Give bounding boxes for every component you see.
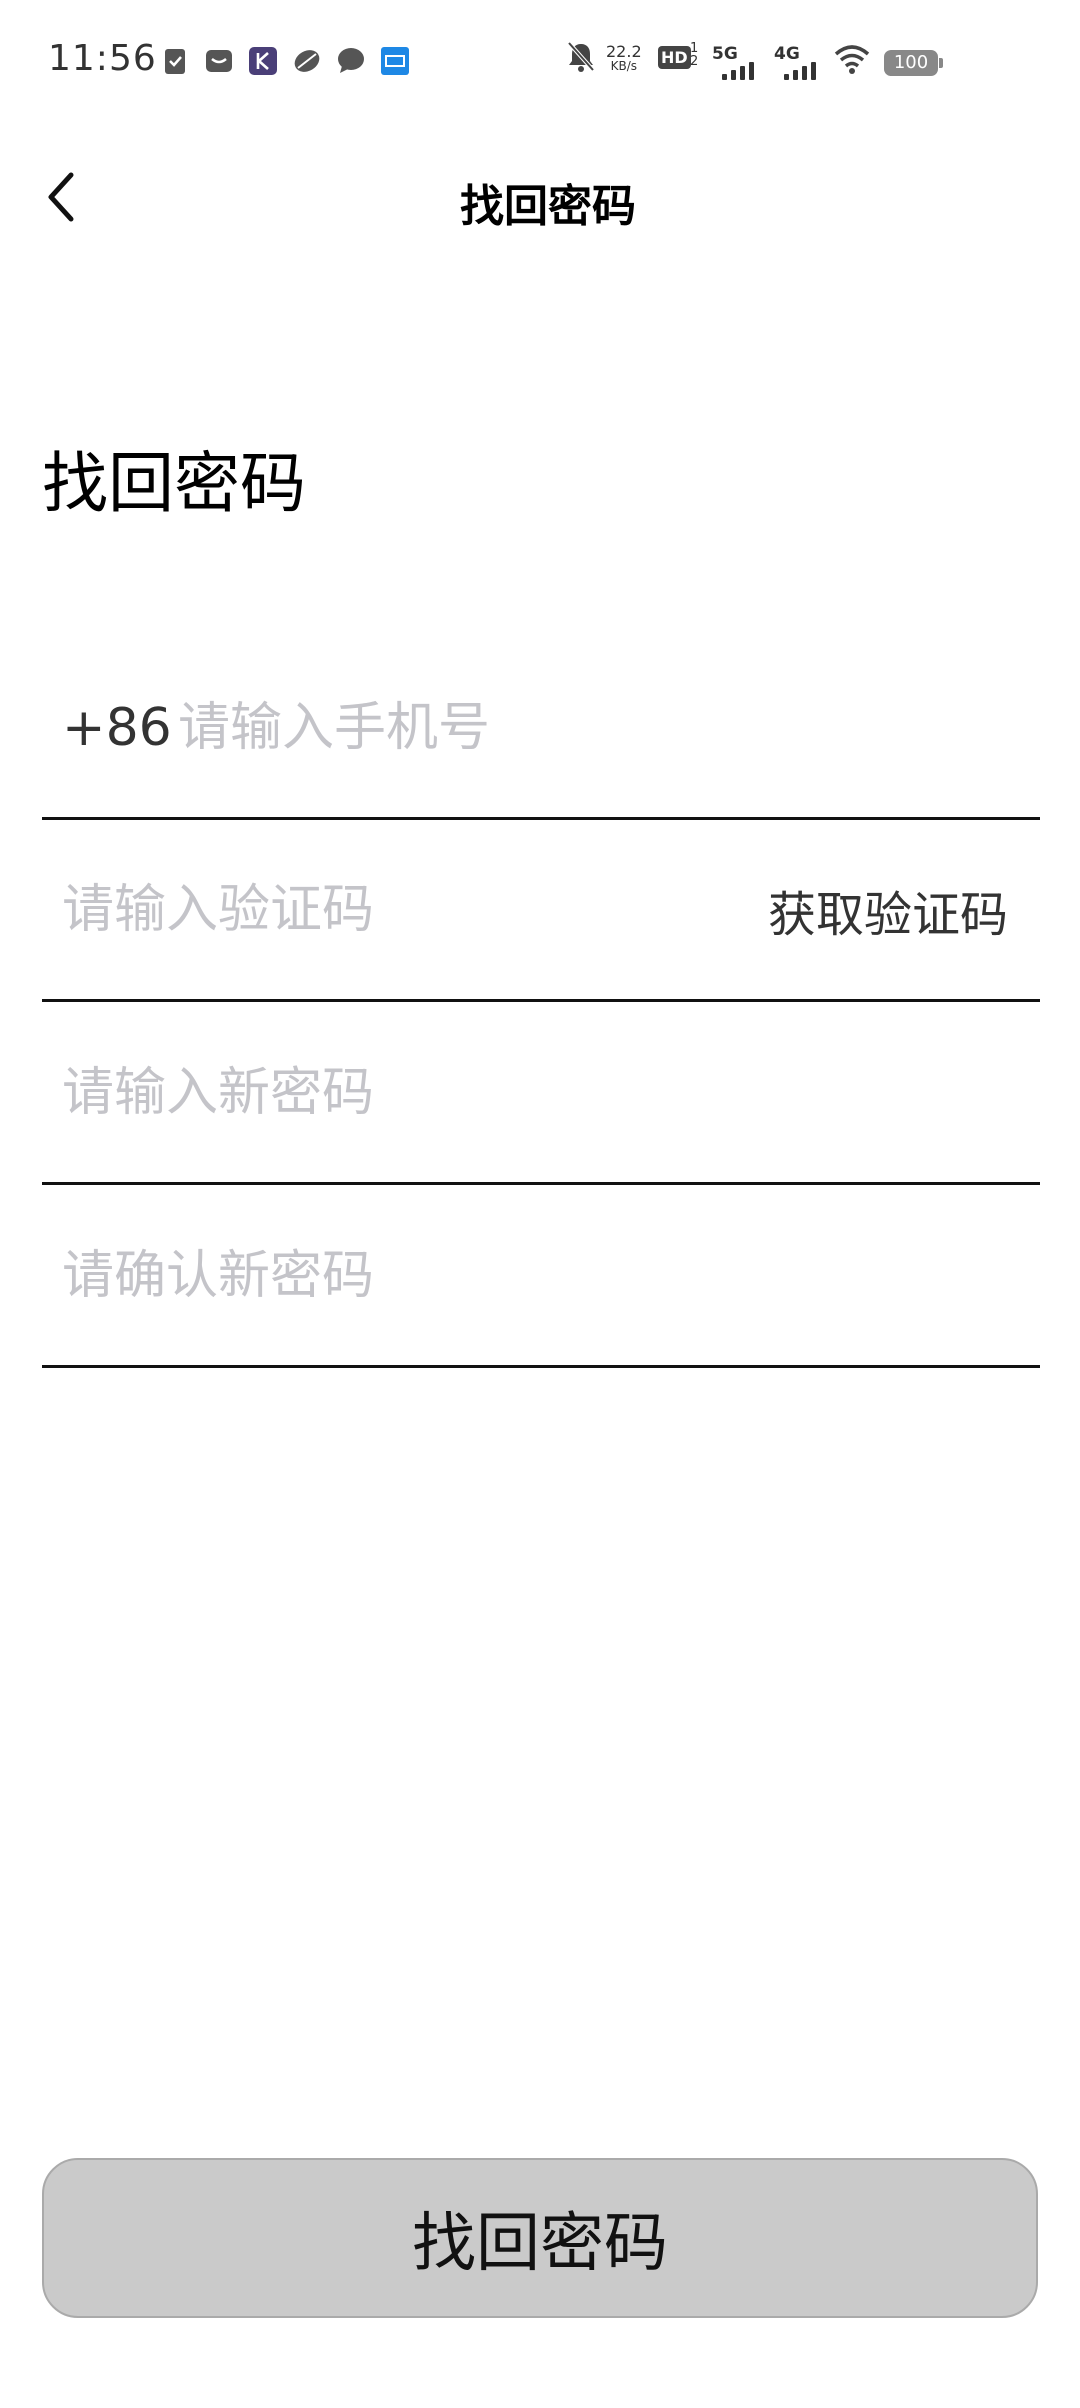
blue-app-icon — [380, 46, 410, 76]
k-app-icon — [248, 46, 278, 76]
header-title: 找回密码 — [460, 181, 636, 232]
sim2-network-label: 4G — [774, 44, 800, 64]
mail-icon — [204, 46, 234, 76]
hd-voice-icon: HD 12 — [658, 40, 698, 80]
status-time: 11:56 — [48, 38, 157, 79]
network-speed: 22.2 KB/s — [606, 42, 642, 74]
phone-row: +86 — [42, 638, 1040, 820]
sport-app-icon — [292, 46, 322, 76]
chat-icon — [336, 46, 366, 76]
confirm-password-row — [42, 1186, 1040, 1368]
wifi-icon — [832, 40, 872, 80]
phone-input[interactable] — [178, 638, 998, 817]
sim1-signal-icon — [722, 62, 754, 80]
status-bar: 11:56 22.2 KB/s HD 12 5G 4G 100 — [0, 0, 1080, 120]
verification-code-input[interactable] — [62, 820, 722, 999]
new-password-input[interactable] — [62, 1003, 1002, 1182]
sim2-signal-icon — [784, 62, 816, 80]
battery-tip — [939, 58, 943, 68]
new-password-row — [42, 1003, 1040, 1185]
sim1-network-label: 5G — [712, 44, 738, 64]
get-code-button[interactable]: 获取验证码 — [768, 820, 1008, 999]
code-row: 获取验证码 — [42, 820, 1040, 1002]
confirm-password-input[interactable] — [62, 1186, 1002, 1365]
recover-password-button[interactable]: 找回密码 — [42, 2158, 1038, 2318]
mute-bell-icon — [566, 40, 596, 80]
country-code[interactable]: +86 — [62, 638, 172, 817]
page-heading: 找回密码 — [42, 445, 306, 522]
battery-icon: 100 — [884, 50, 938, 76]
task-icon — [160, 46, 190, 76]
